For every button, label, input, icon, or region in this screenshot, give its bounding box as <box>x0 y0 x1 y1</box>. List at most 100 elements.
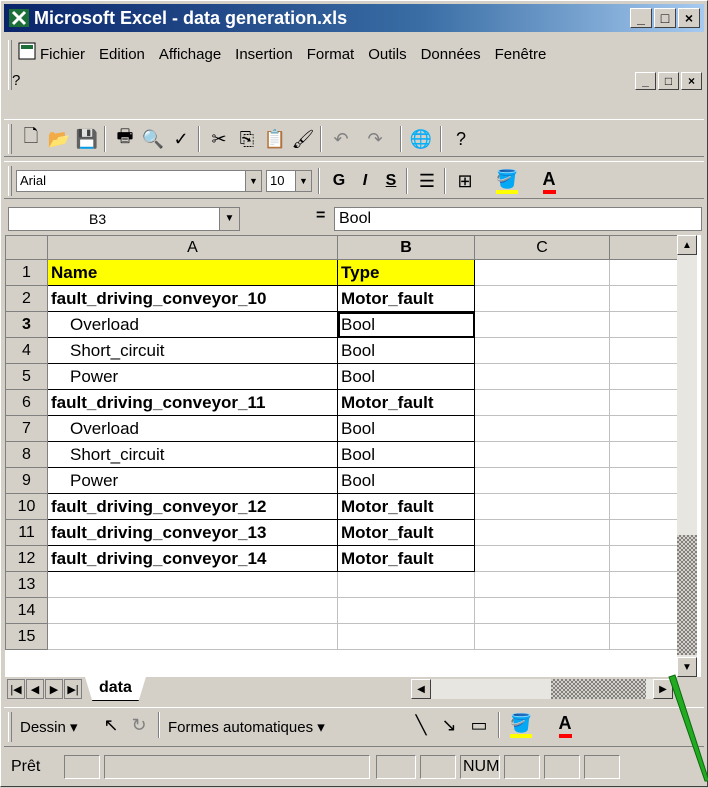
cell-d[interactable] <box>609 545 680 572</box>
formula-input[interactable]: Bool <box>334 207 702 231</box>
menu-insertion[interactable]: Insertion <box>235 46 293 63</box>
row-header[interactable]: 5 <box>5 363 48 390</box>
cell-d[interactable] <box>609 311 680 338</box>
menu-help[interactable]: ? <box>12 72 20 89</box>
horizontal-scroll-thumb[interactable] <box>551 679 646 699</box>
cell-b[interactable]: Bool <box>337 441 475 468</box>
italic-button[interactable]: I <box>352 168 378 194</box>
cell-b[interactable]: Motor_fault <box>337 285 475 312</box>
last-sheet-icon[interactable]: ▶| <box>64 679 82 699</box>
column-header-b[interactable]: B <box>337 235 475 260</box>
cell-a[interactable] <box>47 571 338 598</box>
select-objects-icon[interactable]: ↖ <box>98 712 124 738</box>
cell-b[interactable]: Type <box>337 259 475 286</box>
cell-a[interactable]: Overload <box>47 311 338 338</box>
underline-button[interactable]: S <box>378 168 404 194</box>
close-button[interactable]: × <box>678 8 700 28</box>
cell-a[interactable] <box>47 597 338 624</box>
vertical-scroll-thumb[interactable] <box>677 535 697 655</box>
scroll-left-icon[interactable]: ◀ <box>411 679 431 699</box>
line-icon[interactable]: ╲ <box>408 712 434 738</box>
cell-b[interactable]: Motor_fault <box>337 519 475 546</box>
cell-c[interactable] <box>474 467 610 494</box>
cell-a[interactable]: Short_circuit <box>47 337 338 364</box>
cell-a[interactable] <box>47 623 338 650</box>
cell-c[interactable] <box>474 519 610 546</box>
menu-donnees[interactable]: Données <box>421 46 481 63</box>
new-icon[interactable]: 🗋 <box>18 126 44 152</box>
cell-d[interactable] <box>609 493 680 520</box>
borders-icon[interactable]: ⊞ <box>452 168 478 194</box>
row-header[interactable]: 4 <box>5 337 48 364</box>
menu-format[interactable]: Format <box>307 46 355 63</box>
toolbar-grip[interactable] <box>8 712 12 742</box>
cell-d[interactable] <box>609 415 680 442</box>
maximize-button[interactable]: □ <box>654 8 676 28</box>
scroll-up-icon[interactable]: ▲ <box>677 235 697 255</box>
menu-fichier[interactable]: Fichier <box>40 46 85 63</box>
font-size-select[interactable]: 10 ▼ <box>266 170 312 192</box>
cell-c[interactable] <box>474 493 610 520</box>
cell-a[interactable]: fault_driving_conveyor_13 <box>47 519 338 546</box>
cell-b[interactable]: Bool <box>337 467 475 494</box>
cell-b[interactable]: Bool <box>337 337 475 364</box>
cell-b[interactable]: Motor_fault <box>337 493 475 520</box>
cell-a[interactable]: fault_driving_conveyor_12 <box>47 493 338 520</box>
worksheet-grid[interactable]: A B C 1 Name Type 2 fault_driving_conveyor_1… <box>5 235 701 677</box>
cell-c[interactable] <box>474 571 610 598</box>
cell-b[interactable] <box>337 623 475 650</box>
row-header[interactable]: 6 <box>5 389 48 416</box>
row-header[interactable]: 14 <box>5 597 48 624</box>
cell-c[interactable] <box>474 623 610 650</box>
undo-icon[interactable]: ↶ <box>328 126 354 152</box>
cell-b[interactable]: Bool <box>337 311 475 338</box>
menu-fenetre[interactable]: Fenêtre <box>495 46 547 63</box>
prev-sheet-icon[interactable]: ◀ <box>26 679 44 699</box>
row-header[interactable]: 8 <box>5 441 48 468</box>
dessin-menu[interactable]: Dessin ▾ <box>20 718 78 736</box>
format-painter-icon[interactable]: 🖌 <box>290 126 316 152</box>
next-sheet-icon[interactable]: ▶ <box>45 679 63 699</box>
web-icon[interactable]: 🌐 <box>408 126 434 152</box>
cell-c[interactable] <box>474 337 610 364</box>
cell-a[interactable]: fault_driving_conveyor_11 <box>47 389 338 416</box>
minimize-button[interactable]: _ <box>630 8 652 28</box>
cell-c[interactable] <box>474 259 610 286</box>
formula-equals-icon[interactable]: = <box>316 207 325 225</box>
spelling-icon[interactable]: ✓ <box>168 126 194 152</box>
cell-a[interactable]: Power <box>47 363 338 390</box>
cell-a[interactable]: Name <box>47 259 338 286</box>
workbook-icon[interactable] <box>18 42 36 60</box>
vertical-scrollbar[interactable]: ▲ ▼ <box>677 235 697 677</box>
cell-b[interactable]: Bool <box>337 415 475 442</box>
cell-d[interactable] <box>609 571 680 598</box>
title-bar[interactable]: Microsoft Excel - data generation.xls _ … <box>4 4 704 32</box>
cell-a[interactable]: fault_driving_conveyor_10 <box>47 285 338 312</box>
row-header[interactable]: 10 <box>5 493 48 520</box>
column-header-d[interactable] <box>609 235 680 260</box>
copy-icon[interactable]: ⎘ <box>234 126 260 152</box>
menu-affichage[interactable]: Affichage <box>159 46 221 63</box>
cell-d[interactable] <box>609 519 680 546</box>
row-header[interactable]: 15 <box>5 623 48 650</box>
chevron-down-icon[interactable]: ▼ <box>219 208 239 230</box>
cell-d[interactable] <box>609 337 680 364</box>
doc-minimize-button[interactable]: _ <box>635 72 656 90</box>
row-header[interactable]: 3 <box>5 311 48 338</box>
cell-c[interactable] <box>474 441 610 468</box>
cell-d[interactable] <box>609 467 680 494</box>
cell-c[interactable] <box>474 415 610 442</box>
name-box[interactable]: B3 ▼ <box>8 207 240 231</box>
cell-a[interactable]: Power <box>47 467 338 494</box>
doc-close-button[interactable]: × <box>681 72 702 90</box>
cell-b[interactable] <box>337 571 475 598</box>
toolbar-grip[interactable] <box>8 166 12 196</box>
align-left-icon[interactable]: ☰ <box>414 168 440 194</box>
fill-color-icon[interactable]: 🪣 <box>508 712 534 738</box>
cell-d[interactable] <box>609 389 680 416</box>
cell-b[interactable] <box>337 597 475 624</box>
font-name-select[interactable]: Arial ▼ <box>16 170 262 192</box>
chevron-down-icon[interactable]: ▼ <box>295 171 311 191</box>
cell-d[interactable] <box>609 597 680 624</box>
cell-b[interactable]: Motor_fault <box>337 389 475 416</box>
